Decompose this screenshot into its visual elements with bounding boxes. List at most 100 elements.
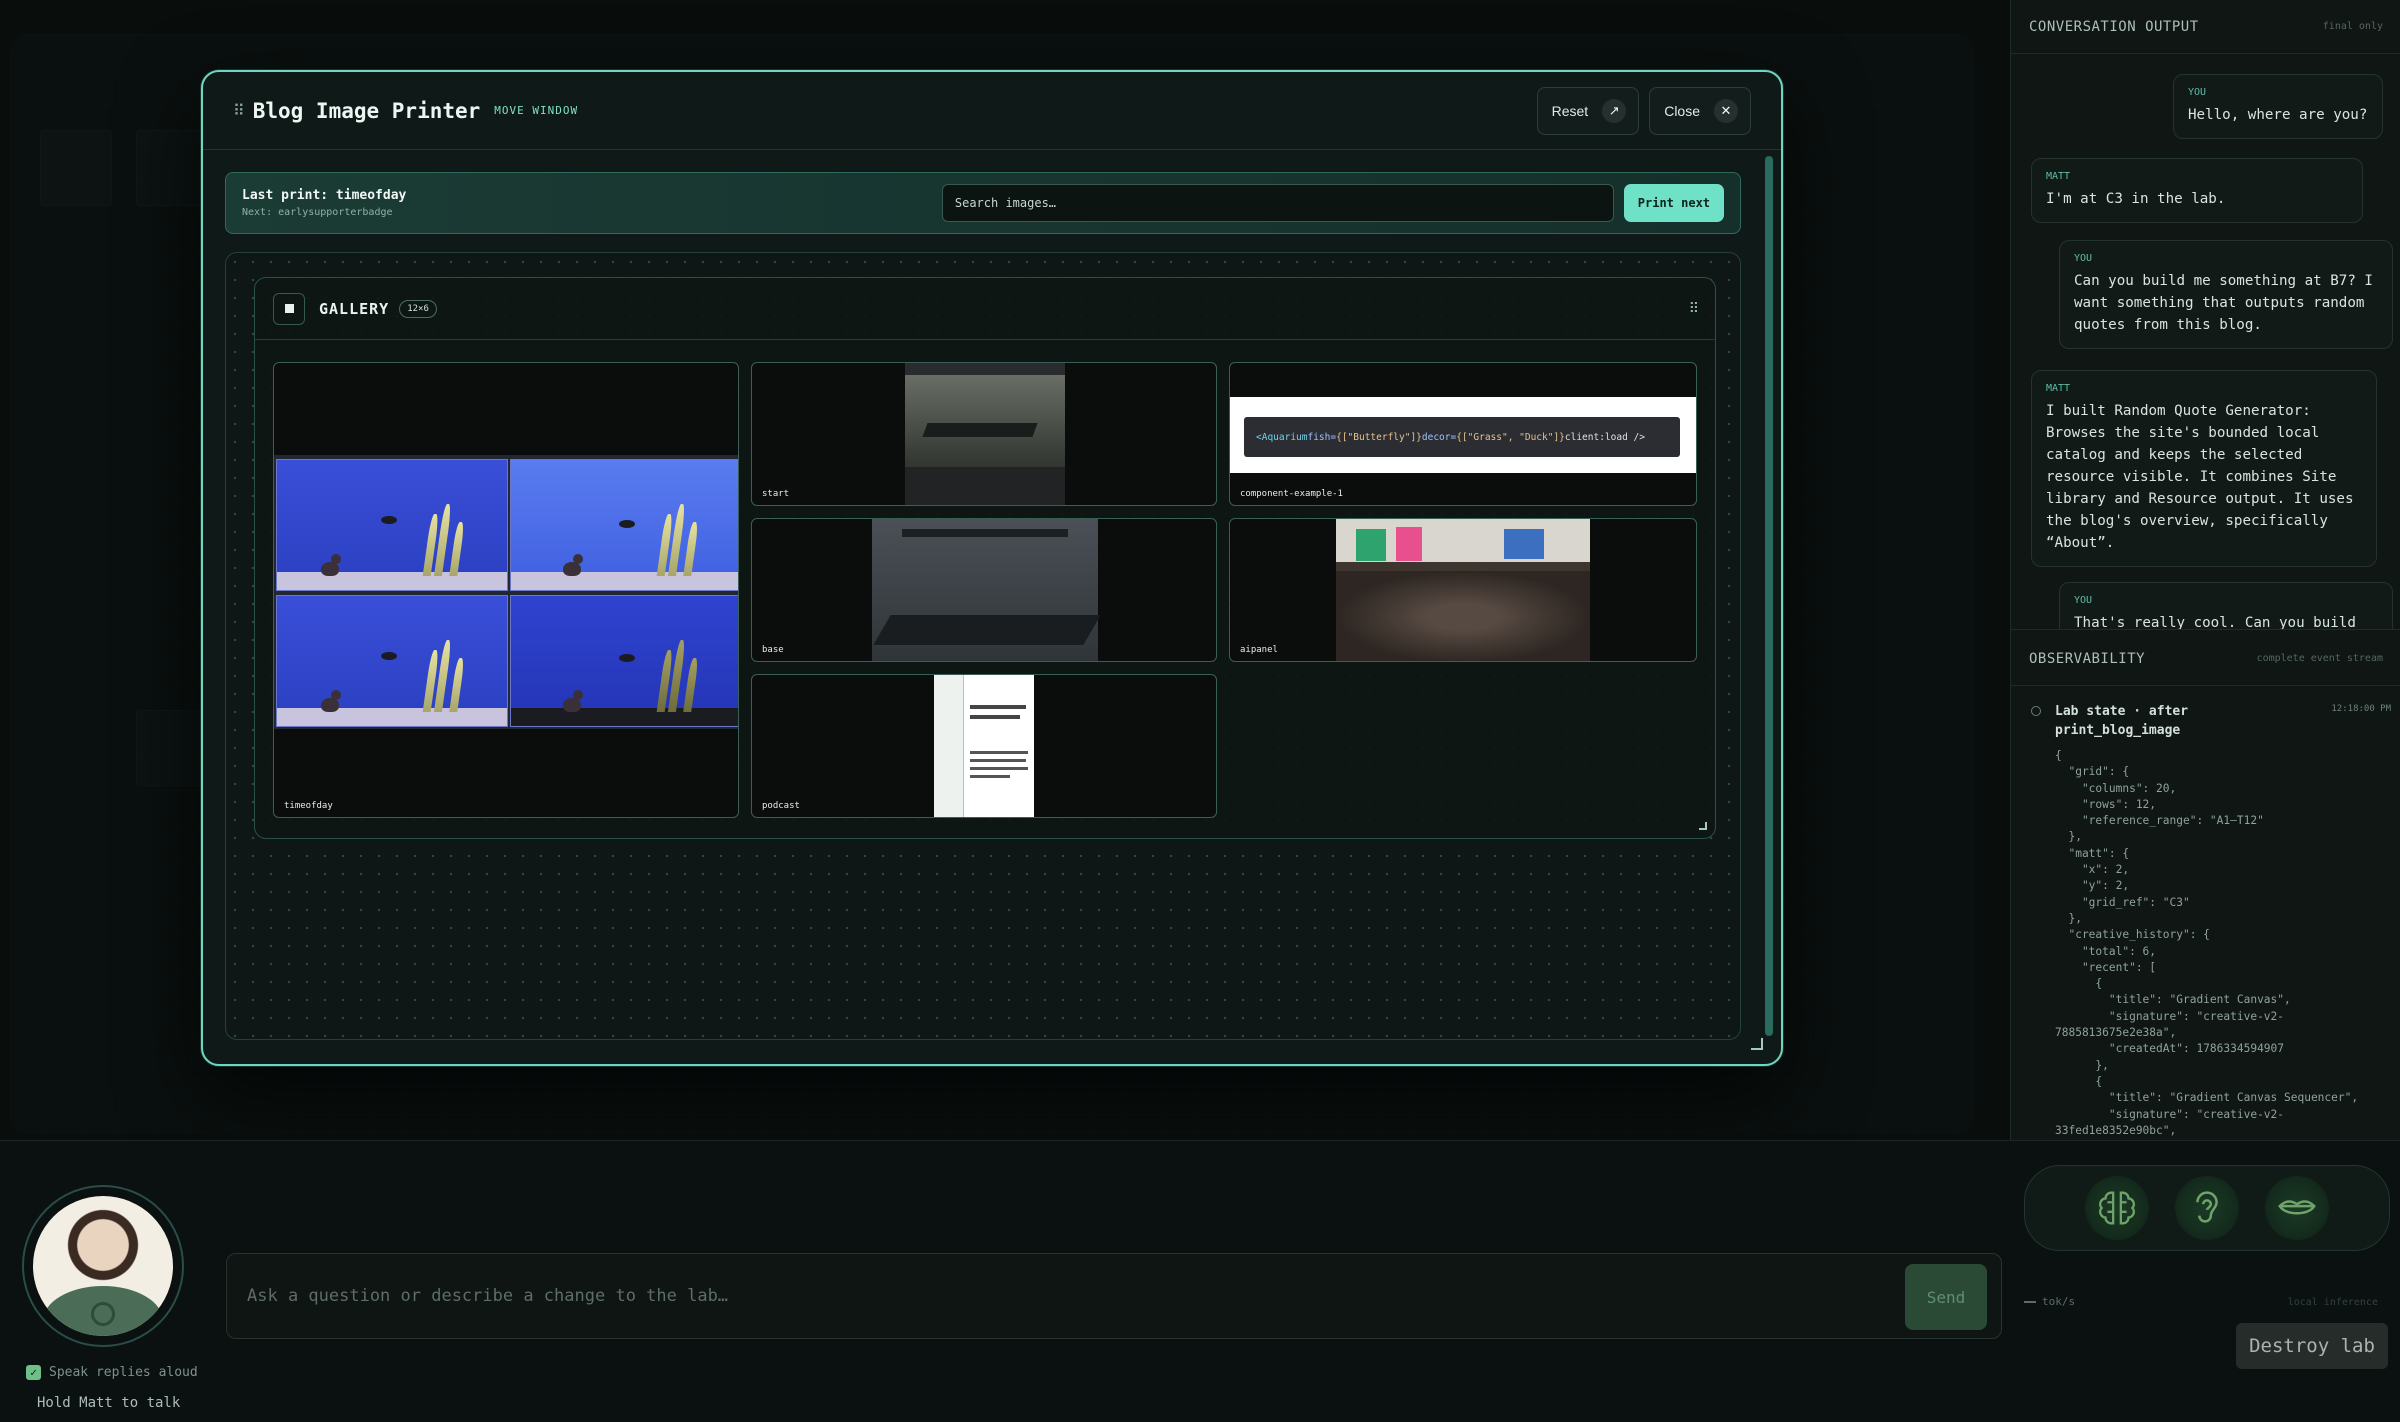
- code-snippet: <Aquarium fish= {["Butterfly"]} decor= {…: [1244, 417, 1680, 457]
- message-user: YOU Can you build me something at B7? I …: [2059, 240, 2393, 349]
- conversation-title: CONVERSATION OUTPUT: [2029, 18, 2199, 35]
- conversation-header: CONVERSATION OUTPUT final only: [2011, 0, 2400, 54]
- gallery-tile-timeofday[interactable]: timeofday: [273, 362, 739, 818]
- aquarium-thumb: [510, 595, 738, 727]
- close-label: Close: [1664, 102, 1700, 119]
- matt-avatar-button[interactable]: [22, 1185, 184, 1347]
- message-text: That's really cool. Can you build: [2074, 615, 2356, 630]
- tile-label: aipanel: [1240, 645, 1278, 655]
- mouth-icon[interactable]: [2265, 1176, 2329, 1240]
- reset-button[interactable]: Reset ↗: [1536, 86, 1640, 135]
- gallery-title: GALLERY: [319, 299, 390, 318]
- observability-aside: complete event stream: [2256, 653, 2383, 664]
- blender-screenshot-image: [905, 363, 1065, 505]
- speak-replies-label: Speak replies aloud: [49, 1365, 198, 1380]
- gallery-toggle-button[interactable]: [273, 292, 305, 325]
- message-text: Can you build me something at B7? I want…: [2074, 273, 2373, 333]
- ear-icon[interactable]: [2175, 1176, 2239, 1240]
- gallery-panel: GALLERY 12×6 ⠿ timeofday start <Aquarium…: [254, 277, 1716, 839]
- brain-icon[interactable]: [2085, 1176, 2149, 1240]
- tile-label: component-example-1: [1240, 489, 1343, 499]
- message-author: YOU: [2188, 87, 2207, 98]
- aquarium-grid-image: [274, 455, 738, 729]
- code-tail: client:load />: [1564, 431, 1645, 443]
- gallery-header[interactable]: GALLERY 12×6 ⠿: [255, 278, 1715, 340]
- tile-label: base: [762, 645, 784, 655]
- senses-panel: [2024, 1165, 2390, 1251]
- destroy-lab-button[interactable]: Destroy lab: [2236, 1323, 2388, 1369]
- gallery-tile-base[interactable]: base: [751, 518, 1217, 662]
- close-icon: ✕: [1714, 98, 1738, 123]
- window-title: Blog Image Printer: [252, 98, 481, 123]
- drag-handle-icon[interactable]: ⠿: [233, 101, 245, 120]
- gallery-tile-aipanel[interactable]: aipanel: [1229, 518, 1697, 662]
- last-print-label: Last print: timeofday: [242, 188, 407, 203]
- audience-photo-image: [1336, 519, 1590, 661]
- code-value: {["Grass", "Duck"]}: [1456, 431, 1565, 443]
- message-author: MATT: [2046, 383, 2071, 394]
- modal-scrollbar[interactable]: [1765, 156, 1773, 1036]
- observability-header: OBSERVABILITY complete event stream: [2011, 632, 2400, 686]
- event-title: Lab state · after print_blog_image: [2055, 704, 2189, 738]
- observability-panel: OBSERVABILITY complete event stream Lab …: [2011, 632, 2400, 1140]
- gallery-tile-podcast[interactable]: podcast: [751, 674, 1217, 818]
- message-author: YOU: [2074, 253, 2093, 264]
- event-dot-icon: [2031, 706, 2041, 716]
- local-inference-label: local inference: [2287, 1297, 2378, 1308]
- print-next-button[interactable]: Print next: [1623, 184, 1724, 222]
- event-time: 12:18:00 PM: [2331, 704, 2391, 714]
- tile-label: start: [762, 489, 790, 499]
- send-button[interactable]: Send: [1905, 1264, 1987, 1330]
- bottom-bar: ✓ Speak replies aloud Hold Matt to talk …: [0, 1140, 2400, 1422]
- hold-to-talk-label: Hold Matt to talk: [37, 1395, 181, 1411]
- speak-replies-toggle[interactable]: ✓ Speak replies aloud: [26, 1365, 198, 1380]
- avatar: [33, 1196, 173, 1336]
- event-json: { "grid": { "columns": 20, "rows": 12, "…: [2055, 749, 2359, 1137]
- code-value: {["Butterfly"]}: [1336, 431, 1422, 443]
- aquarium-thumb: [510, 459, 738, 591]
- reset-label: Reset: [1551, 102, 1589, 119]
- podcast-page-image: [934, 675, 1034, 817]
- gallery-tile-component-example-1[interactable]: <Aquarium fish= {["Butterfly"]} decor= {…: [1229, 362, 1697, 506]
- chat-composer: Send: [226, 1253, 2002, 1339]
- code-attr: decor=: [1421, 431, 1457, 443]
- gallery-tile-start[interactable]: start: [751, 362, 1217, 506]
- conversation-aside: final only: [2322, 21, 2383, 32]
- aquarium-thumb: [276, 595, 508, 727]
- code-tag: <Aquarium: [1256, 431, 1308, 443]
- message-author: MATT: [2046, 171, 2071, 182]
- conversation-output: CONVERSATION OUTPUT final only YOU Hello…: [2011, 0, 2400, 630]
- message-assistant: MATT I built Random Quote Generator: Bro…: [2031, 370, 2377, 567]
- square-icon: [284, 304, 294, 313]
- gallery-resize-handle[interactable]: [1699, 822, 1707, 830]
- message-user: YOU That's really cool. Can you build: [2059, 582, 2393, 630]
- move-window-hint: MOVE WINDOW: [494, 104, 579, 117]
- window-header[interactable]: ⠿ Blog Image Printer MOVE WINDOW Reset ↗…: [203, 72, 1781, 150]
- aquarium-thumb: [276, 459, 508, 591]
- tile-label: podcast: [762, 801, 800, 811]
- right-panel: CONVERSATION OUTPUT final only YOU Hello…: [2010, 0, 2400, 1140]
- header-actions: Reset ↗ Close ✕: [1536, 86, 1751, 135]
- printer-workspace: GALLERY 12×6 ⠿ timeofday start <Aquarium…: [225, 252, 1741, 1040]
- window-resize-handle[interactable]: [1751, 1038, 1763, 1050]
- message-user: YOU Hello, where are you?: [2173, 74, 2383, 139]
- glass-base-render-image: [872, 519, 1101, 661]
- arrow-up-right-icon: ↗: [1602, 98, 1627, 123]
- observability-title: OBSERVABILITY: [2029, 650, 2146, 667]
- chat-input[interactable]: [247, 1254, 1847, 1338]
- message-author: YOU: [2074, 595, 2093, 606]
- code-attr: fish=: [1307, 431, 1337, 443]
- print-status-bar: Last print: timeofday Next: earlysupport…: [225, 172, 1741, 234]
- blog-image-printer-window: ⠿ Blog Image Printer MOVE WINDOW Reset ↗…: [201, 70, 1783, 1066]
- tokens-per-second: tok/s: [2024, 1295, 2075, 1308]
- checkbox-checked-icon[interactable]: ✓: [26, 1365, 41, 1380]
- message-text: I built Random Quote Generator: Browses …: [2046, 403, 2354, 551]
- grip-dots-icon[interactable]: ⠿: [1689, 301, 1699, 317]
- message-text: Hello, where are you?: [2188, 107, 2368, 123]
- gallery-size-badge: 12×6: [399, 299, 437, 318]
- tile-label: timeofday: [284, 801, 333, 811]
- search-images-input[interactable]: [941, 184, 1614, 222]
- close-button[interactable]: Close ✕: [1649, 86, 1751, 135]
- next-print-label: Next: earlysupporterbadge: [242, 207, 393, 218]
- message-text: I'm at C3 in the lab.: [2046, 191, 2226, 207]
